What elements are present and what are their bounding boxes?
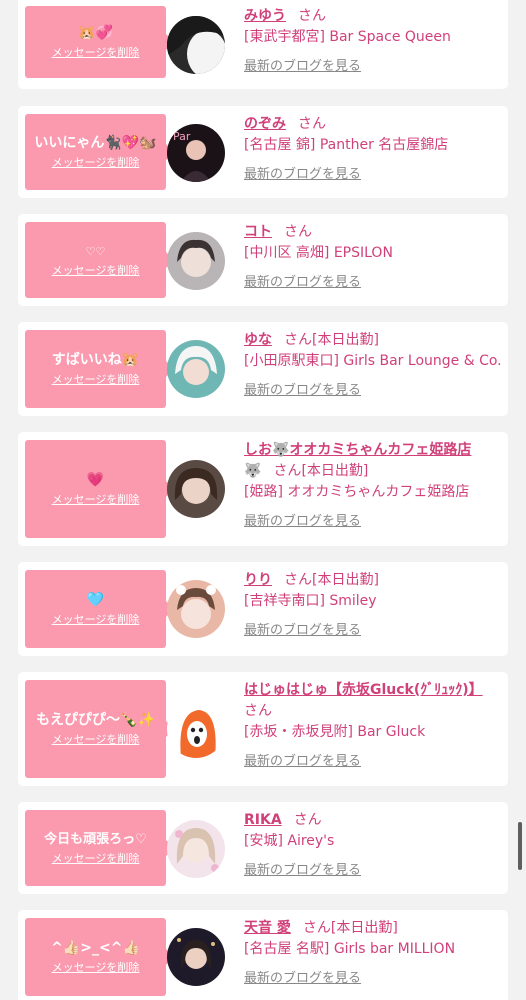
message-card: 今日も頑張ろっ♡ メッセージを削除 RIKA さん [安城] Airey's 最新… — [18, 802, 508, 894]
work-today-badge: [本日出勤] — [312, 332, 379, 348]
latest-blog-link[interactable]: 最新のブログを見る — [244, 163, 502, 182]
cast-name-link[interactable]: のぞみ — [244, 116, 286, 132]
profile-info: ゆな さん[本日出勤] [小田原駅東口] Girls Bar Lounge & C… — [244, 330, 502, 398]
honorific: さん — [284, 332, 312, 348]
honorific: さん — [244, 703, 272, 719]
latest-blog-link[interactable]: 最新のブログを見る — [244, 271, 502, 290]
honorific: さん — [284, 572, 312, 588]
latest-blog-link[interactable]: 最新のブログを見る — [244, 619, 502, 638]
shop-info: [名古屋 錦] Panther 名古屋錦店 — [244, 137, 449, 153]
profile-info: りり さん[本日出勤] [吉祥寺南口] Smiley 最新のブログを見る — [244, 570, 502, 638]
honorific: さん — [298, 116, 326, 132]
shop-info: [名古屋 名駅] Girls bar MILLION — [244, 941, 456, 957]
message-bubble: すばいいね🐹 メッセージを削除 — [25, 330, 174, 408]
work-today-badge: [本日出勤] — [312, 572, 379, 588]
message-text: すばいいね🐹 — [51, 352, 140, 368]
cast-name-link[interactable]: RIKA — [244, 812, 282, 828]
work-today-badge: [本日出勤] — [330, 920, 398, 936]
profile-info: RIKA さん [安城] Airey's 最新のブログを見る — [244, 810, 502, 878]
message-bubble: 🐹💞 メッセージを削除 — [25, 6, 174, 78]
message-text: いいにゃん🐈‍⬛💖🐿️ — [34, 135, 157, 151]
shop-info: [東武宇都宮] Bar Space Queen — [244, 29, 451, 45]
message-text: 🐹💞 — [78, 25, 113, 41]
svg-text:Par: Par — [173, 130, 191, 143]
shop-info: [小田原駅東口] Girls Bar Lounge & Co. — [244, 353, 502, 369]
latest-blog-link[interactable]: 最新のブログを見る — [244, 55, 502, 74]
latest-blog-link[interactable]: 最新のブログを見る — [244, 379, 502, 398]
shop-info: [赤坂・赤坂見附] Bar Gluck — [244, 724, 426, 740]
cast-name-link[interactable]: ゆな — [244, 332, 272, 348]
delete-message-button[interactable]: メッセージを削除 — [52, 961, 140, 975]
message-bubble: ♡♡ メッセージを削除 — [25, 222, 174, 298]
work-today-badge: [本日出勤] — [301, 463, 369, 479]
message-bubble: もえぴぴぴ〜🍾✨ メッセージを削除 — [25, 680, 174, 778]
delete-message-button[interactable]: メッセージを削除 — [52, 493, 140, 507]
message-bubble: いいにゃん🐈‍⬛💖🐿️ メッセージを削除 — [25, 114, 174, 190]
avatar[interactable] — [167, 16, 225, 74]
honorific: さん — [273, 463, 302, 479]
delete-message-button[interactable]: メッセージを削除 — [52, 733, 140, 747]
honorific: さん — [293, 812, 322, 828]
avatar[interactable]: Par — [167, 124, 225, 182]
message-text: もえぴぴぴ〜🍾✨ — [36, 712, 155, 728]
message-bubble: 💗 メッセージを削除 — [25, 440, 174, 538]
message-card: 💗 メッセージを削除 しお🐺オオカミちゃんカフェ姫路店 🐺 さん[本日出勤] [姫路… — [18, 432, 508, 546]
name-suffix-icon: 🐺 — [244, 463, 262, 479]
delete-message-button[interactable]: メッセージを削除 — [52, 852, 140, 866]
cast-name-link[interactable]: はじゅはじゅ【赤坂Gluck(ｸﾞﾘｭｯｸ)】 — [244, 682, 483, 698]
message-card: ♡♡ メッセージを削除 コト さん [中川区 高畑] EPSILON 最新のブログ… — [18, 214, 508, 306]
avatar[interactable] — [167, 820, 225, 878]
avatar[interactable] — [167, 232, 225, 290]
delete-message-button[interactable]: メッセージを削除 — [52, 46, 140, 60]
message-card: 🐹💞 メッセージを削除 みゆう さん [東武宇都宮] Bar Space Quee… — [18, 0, 508, 89]
latest-blog-link[interactable]: 最新のブログを見る — [244, 967, 502, 986]
avatar[interactable] — [167, 928, 225, 986]
latest-blog-link[interactable]: 最新のブログを見る — [244, 510, 502, 529]
message-card: すばいいね🐹 メッセージを削除 ゆな さん[本日出勤] [小田原駅東口] Girl… — [18, 322, 508, 416]
profile-info: はじゅはじゅ【赤坂Gluck(ｸﾞﾘｭｯｸ)】 さん [赤坂・赤坂見附] Bar … — [244, 680, 502, 769]
message-bubble: ^👍🏻>_<^👍🏻 メッセージを削除 — [25, 918, 174, 996]
profile-info: 天音 愛さん[本日出勤] [名古屋 名駅] Girls bar MILLION … — [244, 918, 502, 986]
shop-info: [中川区 高畑] EPSILON — [244, 245, 393, 261]
honorific: さん — [302, 920, 331, 936]
cast-name-link[interactable]: りり — [244, 572, 272, 588]
delete-message-button[interactable]: メッセージを削除 — [52, 613, 140, 627]
message-card: いいにゃん🐈‍⬛💖🐿️ メッセージを削除 Par のぞみ さん [名古屋 錦] P… — [18, 106, 508, 198]
avatar[interactable] — [167, 460, 225, 518]
honorific: さん — [284, 224, 312, 240]
scrollbar[interactable] — [518, 822, 522, 870]
message-text: 今日も頑張ろっ♡ — [44, 832, 147, 847]
avatar[interactable] — [167, 700, 225, 758]
profile-info: しお🐺オオカミちゃんカフェ姫路店 🐺 さん[本日出勤] [姫路] オオカミちゃんカフ… — [244, 440, 502, 529]
shop-info: [吉祥寺南口] Smiley — [244, 593, 377, 609]
delete-message-button[interactable]: メッセージを削除 — [52, 264, 140, 278]
message-list: 🐹💞 メッセージを削除 みゆう さん [東武宇都宮] Bar Space Quee… — [0, 0, 526, 1000]
message-card: 🩵 メッセージを削除 りり さん[本日出勤] [吉祥寺南口] Smiley 最新の… — [18, 562, 508, 656]
cast-name-link[interactable]: コト — [244, 224, 272, 240]
profile-info: みゆう さん [東武宇都宮] Bar Space Queen 最新のブログを見る — [244, 6, 502, 74]
avatar[interactable] — [167, 340, 225, 398]
latest-blog-link[interactable]: 最新のブログを見る — [244, 750, 502, 769]
shop-info: [姫路] オオカミちゃんカフェ姫路店 — [244, 484, 470, 500]
avatar[interactable] — [167, 580, 225, 638]
message-text: ^👍🏻>_<^👍🏻 — [51, 940, 140, 956]
shop-info: [安城] Airey's — [244, 833, 335, 849]
message-card: ^👍🏻>_<^👍🏻 メッセージを削除 天音 愛さん[本日出勤] [名古屋 名駅]… — [18, 910, 508, 1000]
profile-info: のぞみ さん [名古屋 錦] Panther 名古屋錦店 最新のブログを見る — [244, 114, 502, 182]
message-text: 🩵 — [86, 592, 105, 608]
message-bubble: 🩵 メッセージを削除 — [25, 570, 174, 648]
cast-name-link[interactable]: しお🐺オオカミちゃんカフェ姫路店 — [244, 442, 471, 458]
delete-message-button[interactable]: メッセージを削除 — [52, 156, 140, 170]
honorific: さん — [298, 8, 326, 24]
profile-info: コト さん [中川区 高畑] EPSILON 最新のブログを見る — [244, 222, 502, 290]
message-text: ♡♡ — [85, 245, 106, 258]
message-card: もえぴぴぴ〜🍾✨ メッセージを削除 はじゅはじゅ【赤坂Gluck(ｸﾞﾘｭｯｸ)… — [18, 672, 508, 786]
message-text: 💗 — [86, 472, 105, 488]
cast-name-link[interactable]: 天音 愛 — [244, 920, 291, 936]
cast-name-link[interactable]: みゆう — [244, 8, 286, 24]
latest-blog-link[interactable]: 最新のブログを見る — [244, 859, 502, 878]
message-bubble: 今日も頑張ろっ♡ メッセージを削除 — [25, 810, 174, 886]
delete-message-button[interactable]: メッセージを削除 — [52, 373, 140, 387]
